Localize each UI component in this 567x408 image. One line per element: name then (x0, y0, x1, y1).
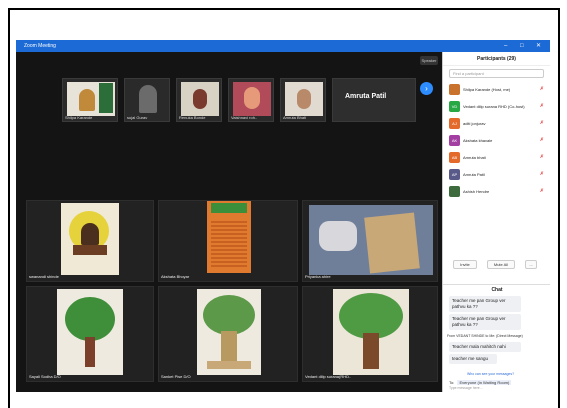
strip-participant-name: Amruta Bhati (283, 115, 307, 120)
participant-row[interactable]: AB Amruta bhati ✗ (443, 149, 550, 166)
participant-name: aditi jonjurav (463, 121, 486, 126)
chat-recipient-row[interactable]: To: Everyone (in Waiting Room) (449, 380, 512, 385)
mic-muted-icon: ✗ (539, 103, 544, 109)
strip-participant-name: Renuka Bonde (179, 115, 206, 120)
gallery-participant-name: Akshata Bhoyar (161, 274, 190, 279)
mic-muted-icon: ✗ (539, 86, 544, 92)
participant-name: Vedant dilip surana RHD (Co-host) (463, 104, 525, 109)
mic-muted-icon: ✗ (539, 188, 544, 194)
chat-message: teacher me sangu (449, 354, 497, 364)
maximize-icon[interactable]: □ (520, 40, 524, 52)
gallery-video-tile[interactable]: swanandi shinde (26, 200, 154, 282)
participant-row[interactable]: AJ aditi jonjurav ✗ (443, 115, 550, 132)
avatar: VD (449, 101, 460, 112)
participant-row[interactable]: AK Akshata khavale ✗ (443, 132, 550, 149)
participant-name: Amruta Patil (463, 172, 485, 177)
strip-video-tile[interactable]: sujal Gurav (124, 78, 170, 122)
minimize-icon[interactable]: – (504, 40, 507, 52)
participants-title: Participants (29) (477, 56, 516, 62)
participant-name: Ashish Hendre (463, 189, 490, 194)
chat-message: Teacher me pan Group ver pathvu ka ?? (449, 296, 521, 312)
participant-row[interactable]: VD Vedant dilip surana RHD (Co-host) ✗ (443, 98, 550, 115)
avatar (449, 186, 460, 197)
mic-muted-icon: ✗ (539, 120, 544, 126)
chat-title: Chat (491, 287, 503, 293)
strip-video-tile[interactable]: Amruta Bhati (280, 78, 326, 122)
participant-name: Akshata khavale (463, 138, 493, 143)
strip-video-tile[interactable]: Shilpa Karande (62, 78, 118, 122)
gallery-video-tile[interactable]: Sanket Pise D/O (158, 286, 298, 382)
chat-system-line: From VEDANT SHINDE to Me: (Direct Messag… (447, 334, 523, 338)
avatar (449, 84, 460, 95)
gallery-participant-name: swanandi shinde (29, 274, 59, 279)
recipient-select[interactable]: Everyone (in Waiting Room) (457, 380, 512, 385)
gallery-participant-name: Priyanka ahire (305, 274, 331, 279)
gallery-video-tile[interactable]: Sayali Sodha D/O (26, 286, 154, 382)
mic-muted-icon: ✗ (539, 137, 544, 143)
more-options-button[interactable]: ... (525, 260, 537, 269)
participant-name: Shilpa Karande (Host, me) (463, 87, 511, 92)
participant-search-input[interactable]: Find a participant (449, 69, 544, 78)
avatar: AB (449, 152, 460, 163)
chat-message: Teacher mala mahitch nahi (449, 342, 521, 352)
video-stage: Speaker Shilpa Karande sujal Gurav Renuk… (16, 52, 442, 392)
avatar: AK (449, 135, 460, 146)
gallery-participant-name: Sayali Sodha D/O (29, 374, 61, 379)
participant-row[interactable]: AP Amruta Patil ✗ (443, 166, 550, 183)
avatar: AJ (449, 118, 460, 129)
strip-video-tile-highlight[interactable]: Amruta Patil (332, 78, 416, 122)
invite-button[interactable]: Invite (453, 260, 477, 269)
participant-row[interactable]: Ashish Hendre ✗ (443, 183, 550, 200)
next-page-button[interactable]: › (420, 82, 433, 95)
gallery-video-tile[interactable]: Vedant dilip surana(RHD.. (302, 286, 438, 382)
strip-video-tile[interactable]: Vaishnavi roh.. (228, 78, 274, 122)
strip-video-tile[interactable]: Renuka Bonde (176, 78, 222, 122)
gallery-participant-name: Vedant dilip surana(RHD.. (305, 374, 352, 379)
participant-row[interactable]: Shilpa Karande (Host, me) ✗ (443, 81, 550, 98)
gallery-video-tile[interactable]: Akshata Bhoyar (158, 200, 298, 282)
who-can-see-link[interactable]: Who can see your messages? (467, 372, 514, 376)
title-bar: Zoom Meeting – □ ✕ (16, 40, 550, 52)
strip-participant-name: Shilpa Karande (65, 115, 93, 120)
side-panel: Participants (29) Find a participant Shi… (442, 52, 550, 392)
close-icon[interactable]: ✕ (536, 40, 541, 52)
window-title: Zoom Meeting (24, 43, 56, 49)
gallery-video-tile[interactable]: Priyanka ahire (302, 200, 438, 282)
gallery-participant-name: Sanket Pise D/O (161, 374, 191, 379)
mic-muted-icon: ✗ (539, 171, 544, 177)
chat-header: Chat (443, 284, 550, 294)
to-label: To: (449, 380, 455, 385)
chat-input[interactable]: Type message here... (449, 386, 483, 390)
zoom-window: Zoom Meeting – □ ✕ Speaker Shilpa Karand… (16, 40, 550, 392)
participants-header: Participants (29) (443, 52, 550, 66)
strip-participant-name: Vaishnavi roh.. (231, 115, 258, 120)
mic-muted-icon: ✗ (539, 154, 544, 160)
view-toggle-button[interactable]: Speaker (420, 56, 438, 65)
chat-message: Teacher me pan Group ver pathvu ka ?? (449, 314, 521, 330)
strip-participant-name: sujal Gurav (127, 115, 148, 120)
participant-name: Amruta bhati (463, 155, 486, 160)
mute-all-button[interactable]: Mute All (487, 260, 515, 269)
strip-highlight-name: Amruta Patil (345, 93, 387, 100)
avatar: AP (449, 169, 460, 180)
